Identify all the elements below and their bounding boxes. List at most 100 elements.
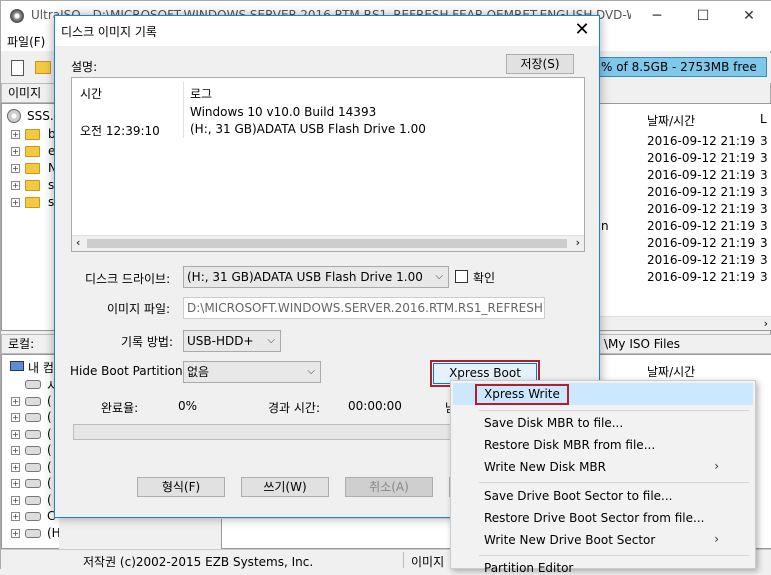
log-list[interactable]: 시간 로그 Windows 10 v10.0 Build 14393 오전 12… [71,77,585,252]
image-file-field[interactable]: D:\MICROSOFT.WINDOWS.SERVER.2016.RTM.RS1… [183,297,545,319]
new-file-icon[interactable] [11,60,24,76]
local-tab[interactable]: 로컬: [1,334,59,354]
completion-label: 완료율: [101,401,139,415]
drive-icon [25,429,41,439]
local-drive-label: ( [47,443,52,457]
drive-icon [25,396,41,406]
file-row-size: 3 [760,185,768,199]
expand-icon[interactable]: + [11,147,20,156]
column-l-header[interactable]: L [760,112,767,126]
status-copyright: 저작권 (c)2002-2015 EZB Systems, Inc. [83,555,314,569]
date-column-header-bottom[interactable]: 날짜/시간 [647,363,695,380]
file-row-date[interactable]: 2016-09-12 21:19 [647,134,755,148]
menu-item-restore-boot-sector[interactable]: Restore Drive Boot Sector from file... [484,511,704,525]
horizontal-scrollbar[interactable]: › [597,316,771,330]
log-horizontal-scrollbar[interactable]: ‹ › [72,235,584,251]
expand-icon[interactable]: + [11,413,20,422]
scroll-left-icon[interactable]: ‹ [76,236,80,249]
local-drive-label: ( [47,476,52,490]
expand-icon[interactable]: + [11,446,20,455]
file-row-date[interactable]: 2016-09-12 21:19 [647,270,755,284]
file-row-date[interactable]: 2016-09-12 21:19 [647,253,755,267]
disk-drive-value: (H:, 31 GB)ADATA USB Flash Drive 1.00 [187,270,423,284]
write-button[interactable]: 쓰기(W) [241,477,329,497]
progress-bar [73,424,453,440]
menu-item-save-disk-mbr[interactable]: Save Disk MBR to file... [484,416,623,430]
expand-icon[interactable]: + [11,164,20,173]
submenu-arrow-icon: › [714,532,719,546]
disk-drive-label: 디스크 드라이브: [85,272,171,286]
submenu-arrow-icon: › [714,459,719,473]
expand-icon[interactable]: + [11,181,20,190]
computer-icon [10,361,24,371]
cancel-button: 취소(A) [345,477,433,497]
scroll-right-icon[interactable]: › [576,236,580,249]
menu-item-restore-disk-mbr[interactable]: Restore Disk MBR from file... [484,438,655,452]
drive-icon [25,462,41,472]
expand-icon[interactable]: + [11,495,20,505]
hide-boot-select[interactable]: 없음 ⌵ [183,361,321,383]
dialog-title: 디스크 이미지 기록 [61,25,157,39]
menu-item-save-boot-sector[interactable]: Save Drive Boot Sector to file... [484,489,672,503]
menu-item-write-new-boot-sector[interactable]: Write New Drive Boot Sector [484,533,655,547]
log-row-text: Windows 10 v10.0 Build 14393 [190,105,377,119]
disk-drive-select[interactable]: (H:, 31 GB)ADATA USB Flash Drive 1.00 ⌵ [183,266,449,288]
write-method-label: 기록 방법: [121,335,174,349]
chevron-down-icon: ⌵ [435,271,443,282]
completion-value: 0% [178,399,198,413]
file-row-date[interactable]: 2016-09-12 21:19 [647,168,755,182]
menu-item-xpress-write[interactable]: Xpress Write [484,387,560,401]
drive-icon [25,413,41,422]
date-column-header[interactable]: 날짜/시간 [647,112,695,129]
expand-icon[interactable]: + [11,396,20,406]
dialog-close-button[interactable]: ✕ [565,16,599,46]
write-method-select[interactable]: USB-HDD+ ⌵ [183,330,281,352]
file-row-size: 3 [760,219,768,233]
maximize-button[interactable]: ☐ [680,1,726,31]
format-button[interactable]: 형식(F) [137,477,225,497]
file-row-date[interactable]: 2016-09-12 21:19 [647,219,755,233]
chevron-down-icon: ⌵ [307,366,315,377]
description-label: 설명: [71,60,98,74]
chevron-down-icon: ⌵ [267,335,275,346]
expand-icon[interactable]: + [11,462,20,472]
drive-icon [25,495,41,505]
file-row-date[interactable]: 2016-09-12 21:19 [647,202,755,216]
menu-item-partition-editor[interactable]: Partition Editor [484,561,573,575]
log-row-text: (H:, 31 GB)ADATA USB Flash Drive 1.00 [190,122,426,136]
save-log-button[interactable]: 저장(S) [506,54,574,74]
drive-icon [25,446,41,455]
menu-file[interactable]: 파일(F) [7,33,45,50]
verify-label: 확인 [473,271,496,285]
folder-icon [25,180,40,191]
menu-item-write-new-disk-mbr[interactable]: Write New Disk MBR [484,460,606,474]
image-tab[interactable]: 이미지 [1,83,59,103]
expand-icon[interactable]: + [11,198,20,207]
file-row-date[interactable]: 2016-09-12 21:19 [647,185,755,199]
file-row-date[interactable]: 2016-09-12 21:19 [647,236,755,250]
file-row-date[interactable]: 2016-09-12 21:19 [647,151,755,165]
expand-icon[interactable]: + [11,429,20,439]
iso-path-bar: \My ISO Files [597,334,771,354]
hide-boot-value: 없음 [187,365,210,379]
file-row-size: 3 [760,202,768,216]
expand-icon[interactable]: + [11,479,20,488]
minimize-button[interactable]: ─ [634,1,680,31]
expand-icon[interactable]: + [11,512,20,521]
verify-checkbox[interactable] [455,270,468,283]
log-time-header[interactable]: 시간 [80,85,102,102]
expand-icon[interactable]: + [11,130,20,139]
local-root-label: 내 컴 [28,361,54,375]
scroll-right-icon[interactable]: › [764,317,768,330]
expand-icon[interactable]: + [11,528,20,538]
free-space-bar: % of 8.5GB - 2753MB free [597,57,767,77]
elapsed-value: 00:00:00 [348,399,402,413]
log-text-header[interactable]: 로그 [190,85,212,102]
scroll-thumb[interactable] [87,239,567,248]
image-file-label: 이미지 파일: [107,302,171,316]
file-row-size: 3 [760,253,768,267]
drive-icon [25,528,41,538]
file-row-size: 3 [760,151,768,165]
close-button[interactable]: ✕ [726,1,771,31]
open-folder-icon[interactable] [35,61,51,74]
